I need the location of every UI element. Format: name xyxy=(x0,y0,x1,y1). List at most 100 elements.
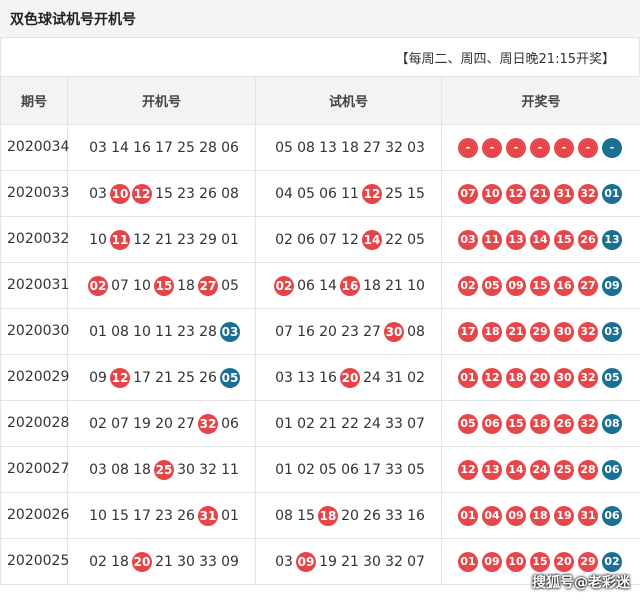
red-ball: - xyxy=(578,137,598,158)
number: 10 xyxy=(133,277,151,294)
number: 16 xyxy=(407,507,425,524)
red-ball: 17 xyxy=(458,321,478,342)
blue-ball: 06 xyxy=(602,505,622,526)
number: 03 xyxy=(89,139,107,156)
red-ball: 26 xyxy=(578,229,598,250)
blue-ball: 01 xyxy=(602,183,622,204)
red-ball: 32 xyxy=(578,413,598,434)
red-ball: - xyxy=(482,137,502,158)
number: 26 xyxy=(199,185,217,202)
red-ball: 03 xyxy=(458,229,478,250)
red-highlight-number: 30 xyxy=(384,321,404,342)
red-ball: 02 xyxy=(458,275,478,296)
number: 32 xyxy=(199,461,217,478)
table-row: 2020028 02 07 19 20 27 32 06 01 02 21 22 24 33 07 05 06 1… xyxy=(0,400,640,447)
red-highlight-number: 10 xyxy=(110,183,130,204)
blue-ball: 13 xyxy=(602,229,622,250)
number: 14 xyxy=(111,139,129,156)
trial-numbers-cell: 03 13 16 20 24 31 02 xyxy=(255,354,442,401)
number: 20 xyxy=(319,323,337,340)
number: 30 xyxy=(363,553,381,570)
number: 32 xyxy=(385,553,403,570)
red-ball: 15 xyxy=(530,551,550,572)
number: 16 xyxy=(297,323,315,340)
red-highlight-number: 02 xyxy=(274,275,294,296)
draw-schedule-notice: 【每周二、周四、周日晚21:15开奖】 xyxy=(0,38,640,76)
prize-numbers-cell: 17 18 21 29 30 32 03 xyxy=(441,308,640,355)
number: 11 xyxy=(221,461,239,478)
red-ball: 11 xyxy=(482,229,502,250)
open-numbers-cell: 02 07 10 15 18 27 05 xyxy=(67,262,256,309)
number: 02 xyxy=(297,415,315,432)
red-ball: 18 xyxy=(506,367,526,388)
number: 07 xyxy=(319,231,337,248)
trial-numbers-cell: 02 06 14 16 18 21 10 xyxy=(255,262,442,309)
red-ball: 28 xyxy=(578,459,598,480)
number: 05 xyxy=(275,139,293,156)
number: 12 xyxy=(133,231,151,248)
number: 23 xyxy=(341,323,359,340)
prize-numbers-cell: 01 12 18 20 30 32 05 xyxy=(441,354,640,401)
number: 05 xyxy=(221,277,239,294)
table-row: 2020030 01 08 10 11 23 28 03 07 16 20 23 27 30 08 17 18 2… xyxy=(0,308,640,355)
number: 07 xyxy=(275,323,293,340)
red-ball: 14 xyxy=(506,459,526,480)
number: 23 xyxy=(177,185,195,202)
table-header-row: 期号 开机号 试机号 开奖号 xyxy=(0,76,640,125)
trial-numbers-cell: 04 05 06 11 12 25 15 xyxy=(255,170,442,217)
number: 19 xyxy=(133,415,151,432)
number: 33 xyxy=(385,461,403,478)
number: 02 xyxy=(89,553,107,570)
number: 15 xyxy=(297,507,315,524)
open-numbers-cell: 03 14 16 17 25 28 06 xyxy=(67,124,256,171)
number: 08 xyxy=(111,323,129,340)
number: 02 xyxy=(89,415,107,432)
blue-highlight-number: 05 xyxy=(220,367,240,388)
red-ball: 16 xyxy=(554,275,574,296)
number: 16 xyxy=(133,139,151,156)
red-ball: 15 xyxy=(554,229,574,250)
number: 06 xyxy=(221,139,239,156)
table-row: 2020032 10 11 12 21 23 29 01 02 06 07 12 14 22 05 03 11 1… xyxy=(0,216,640,263)
red-ball: 01 xyxy=(458,505,478,526)
number: 01 xyxy=(221,231,239,248)
number: 01 xyxy=(275,461,293,478)
open-numbers-cell: 01 08 10 11 23 28 03 xyxy=(67,308,256,355)
trial-numbers-cell: 01 02 05 06 17 33 05 xyxy=(255,446,442,493)
red-ball: 01 xyxy=(458,551,478,572)
red-ball: 01 xyxy=(458,367,478,388)
number: 05 xyxy=(407,231,425,248)
number: 21 xyxy=(341,553,359,570)
number: 18 xyxy=(111,553,129,570)
trial-numbers-cell: 08 15 18 20 26 33 16 xyxy=(255,492,442,539)
trial-numbers-cell: 03 09 19 21 30 32 07 xyxy=(255,538,442,585)
number: 06 xyxy=(319,185,337,202)
number: 10 xyxy=(133,323,151,340)
number: 07 xyxy=(111,415,129,432)
number: 28 xyxy=(199,323,217,340)
number: 18 xyxy=(177,277,195,294)
trial-numbers-cell: 01 02 21 22 24 33 07 xyxy=(255,400,442,447)
red-highlight-number: 16 xyxy=(340,275,360,296)
number: 17 xyxy=(133,507,151,524)
number: 30 xyxy=(177,553,195,570)
red-highlight-number: 14 xyxy=(362,229,382,250)
number: 03 xyxy=(275,553,293,570)
table-row: 2020026 10 15 17 23 26 31 01 08 15 18 20 26 33 16 01 04 0… xyxy=(0,492,640,539)
red-ball: 12 xyxy=(482,367,502,388)
number: 27 xyxy=(177,415,195,432)
number: 01 xyxy=(221,507,239,524)
red-ball: 14 xyxy=(530,229,550,250)
red-ball: 18 xyxy=(482,321,502,342)
title-bar: 双色球试机号开机号 xyxy=(0,0,640,38)
red-highlight-number: 12 xyxy=(110,367,130,388)
number: 15 xyxy=(155,185,173,202)
issue-cell: 2020025 xyxy=(0,538,69,585)
watermark: 搜狐号@老彩迷 xyxy=(532,575,630,591)
number: 02 xyxy=(407,369,425,386)
number: 21 xyxy=(385,277,403,294)
red-ball: 20 xyxy=(530,367,550,388)
red-ball: 21 xyxy=(506,321,526,342)
table-row: 2020029 09 12 17 21 25 26 05 03 13 16 20 24 31 02 01 12 1… xyxy=(0,354,640,401)
number: 21 xyxy=(155,369,173,386)
